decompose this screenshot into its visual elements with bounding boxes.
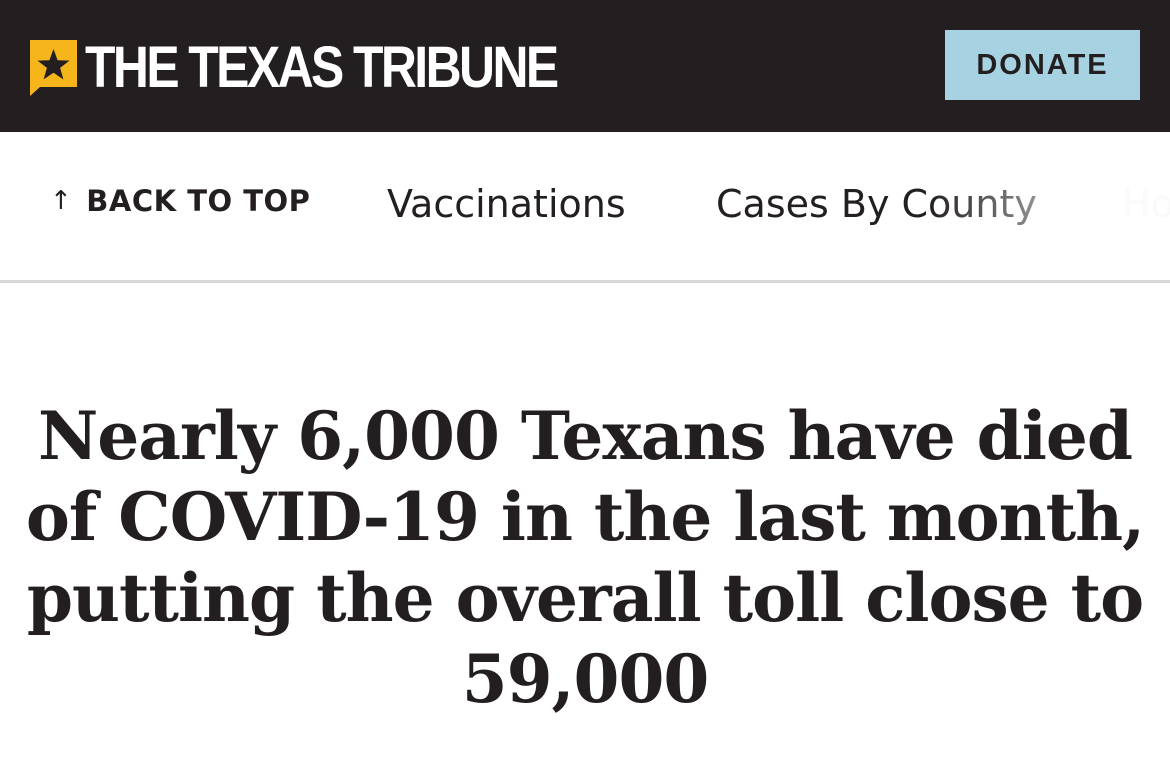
arrow-up-icon: ↑	[50, 186, 73, 216]
nav-item-next[interactable]: Ho	[1122, 182, 1170, 226]
site-header: THE TEXAS TRIBUNE DONATE	[0, 0, 1170, 132]
site-name: THE TEXAS TRIBUNE	[85, 35, 559, 100]
section-nav: ↑ BACK TO TOP Vaccinations Cases By Coun…	[0, 132, 1170, 283]
nav-item-cases-by-county[interactable]: Cases By County	[716, 182, 1037, 226]
site-logo[interactable]: THE TEXAS TRIBUNE	[30, 35, 633, 100]
back-to-top-label: BACK TO TOP	[86, 184, 311, 218]
article-headline: Nearly 6,000 Texans have died of COVID-1…	[25, 397, 1145, 718]
star-flag-icon	[30, 40, 77, 96]
back-to-top-link[interactable]: ↑ BACK TO TOP	[50, 184, 310, 218]
nav-item-vaccinations[interactable]: Vaccinations	[387, 182, 626, 226]
donate-button[interactable]: DONATE	[945, 30, 1140, 100]
